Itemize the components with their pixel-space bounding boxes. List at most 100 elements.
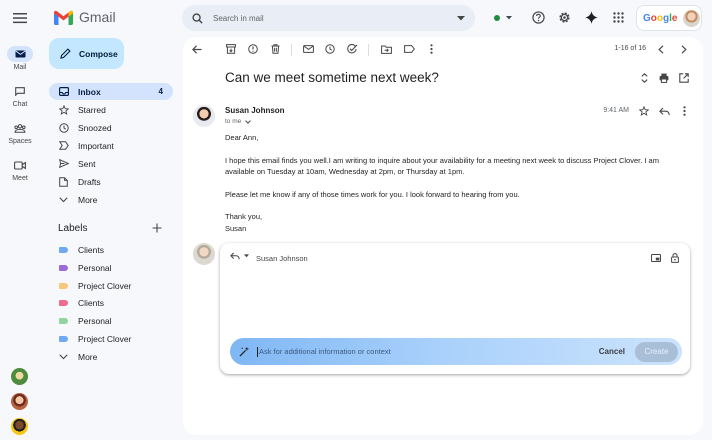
- nav-important[interactable]: Important: [49, 137, 173, 154]
- reply-type-selector[interactable]: [230, 252, 249, 260]
- nav-snoozed-label: Snoozed: [78, 122, 112, 133]
- create-button[interactable]: Create: [635, 341, 678, 362]
- body-paragraph: Please let me know if any of those times…: [225, 189, 520, 199]
- nav-drafts-label: Drafts: [78, 176, 101, 187]
- reply-icon: [230, 252, 240, 260]
- label-item-label: Personal: [78, 262, 112, 273]
- draft-icon: [59, 176, 68, 187]
- status-button[interactable]: [489, 10, 517, 26]
- open-new-window-button[interactable]: [677, 71, 691, 85]
- label-tag-icon: [59, 317, 68, 324]
- move-to-button[interactable]: [379, 42, 393, 56]
- nav-inbox[interactable]: Inbox 4: [49, 83, 173, 100]
- label-item-personal[interactable]: Personal: [49, 312, 173, 329]
- settings-button[interactable]: [556, 9, 572, 25]
- search-input[interactable]: Search in mail: [213, 14, 457, 23]
- apps-button[interactable]: [610, 9, 626, 25]
- account-switcher[interactable]: Google: [636, 5, 702, 31]
- create-label-button[interactable]: [150, 221, 164, 235]
- label-tag-icon: [59, 299, 68, 306]
- gemini-button[interactable]: [583, 9, 599, 25]
- search-icon: [192, 12, 203, 24]
- account-avatar[interactable]: [683, 9, 701, 27]
- send-icon: [58, 159, 69, 168]
- label-item-personal[interactable]: Personal: [49, 259, 173, 276]
- star-icon: [58, 104, 69, 115]
- nav-sent[interactable]: Sent: [49, 155, 173, 172]
- search-options-icon[interactable]: [457, 15, 465, 21]
- folder-move-icon: [380, 45, 392, 54]
- contact-avatar-2[interactable]: [11, 393, 28, 410]
- mark-unread-button[interactable]: [301, 42, 315, 56]
- cancel-button[interactable]: Cancel: [599, 347, 625, 356]
- delete-button[interactable]: [268, 42, 282, 56]
- print-button[interactable]: [657, 71, 671, 85]
- clock-icon: [58, 122, 69, 133]
- nav-snoozed[interactable]: Snoozed: [49, 119, 173, 136]
- important-icon: [58, 141, 69, 150]
- recipient-text: to me: [225, 118, 242, 125]
- label-item-project-clover[interactable]: Project Clover: [49, 330, 173, 347]
- sender-avatar[interactable]: [193, 105, 215, 127]
- older-button[interactable]: [677, 42, 691, 56]
- sender-name[interactable]: Susan Johnson: [225, 106, 285, 115]
- add-to-tasks-button[interactable]: [345, 42, 359, 56]
- gmail-logo[interactable]: Gmail: [54, 9, 116, 25]
- search-bar[interactable]: Search in mail: [182, 5, 475, 31]
- rail-spaces-label: Spaces: [8, 138, 32, 145]
- contact-avatar-3[interactable]: [11, 418, 28, 435]
- chevron-down-icon: [59, 353, 68, 359]
- back-button[interactable]: [190, 42, 204, 56]
- rail-spaces[interactable]: Spaces: [0, 120, 40, 145]
- caret-down-icon: [245, 119, 252, 124]
- report-spam-button[interactable]: [246, 42, 260, 56]
- email-subject: Can we meet sometime next week?: [225, 70, 439, 85]
- pop-out-button[interactable]: [649, 252, 662, 264]
- arrow-left-icon: [192, 44, 202, 54]
- compose-button[interactable]: Compose: [49, 38, 124, 69]
- toolbar-divider: [368, 44, 369, 56]
- help-me-write-bar[interactable]: Ask for additional information or contex…: [230, 338, 682, 365]
- pencil-icon: [60, 48, 71, 59]
- rail-mail[interactable]: Mail: [0, 46, 40, 71]
- reply-button[interactable]: [657, 104, 671, 118]
- snooze-button[interactable]: [323, 42, 337, 56]
- nav-important-label: Important: [78, 140, 114, 151]
- message-more-button[interactable]: [677, 104, 691, 118]
- label-item-label: Clients: [78, 244, 104, 255]
- rail-chat[interactable]: Chat: [0, 83, 40, 108]
- hamburger-icon: [13, 13, 27, 24]
- archive-button[interactable]: [224, 42, 238, 56]
- my-avatar: [193, 243, 215, 265]
- more-actions-button[interactable]: [424, 42, 438, 56]
- newer-button[interactable]: [654, 42, 668, 56]
- reply-recipient[interactable]: Susan Johnson: [256, 254, 308, 263]
- support-button[interactable]: [530, 9, 546, 25]
- report-icon: [248, 44, 258, 54]
- apps-grid-icon: [612, 11, 624, 23]
- body-signature: Susan: [225, 223, 247, 233]
- label-item-clients[interactable]: Clients: [49, 294, 173, 311]
- nav-more[interactable]: More: [49, 191, 173, 208]
- pop-out-icon: [650, 254, 661, 262]
- label-tag-icon: [59, 335, 68, 342]
- rail-meet[interactable]: Meet: [0, 157, 40, 182]
- label-item-project-clover[interactable]: Project Clover: [49, 277, 173, 294]
- label-item-clients[interactable]: Clients: [49, 241, 173, 258]
- prompt-input[interactable]: Ask for additional information or contex…: [259, 347, 599, 356]
- star-button[interactable]: [637, 104, 651, 118]
- label-button[interactable]: [402, 42, 416, 56]
- main-menu-button[interactable]: [10, 8, 30, 28]
- nav-starred-label: Starred: [78, 104, 106, 115]
- nav-drafts[interactable]: Drafts: [49, 173, 173, 190]
- chevron-left-icon: [658, 44, 664, 54]
- labels-more[interactable]: More: [49, 348, 173, 365]
- recipient-details-toggle[interactable]: to me: [225, 118, 252, 125]
- contact-avatar-1[interactable]: [11, 368, 28, 385]
- nav-starred[interactable]: Starred: [49, 101, 173, 118]
- rail-chat-label: Chat: [12, 101, 28, 108]
- expand-all-button[interactable]: [637, 71, 651, 85]
- confidential-mode-button[interactable]: [669, 251, 681, 264]
- open-in-new-icon: [679, 73, 689, 83]
- message-body: Dear Ann, I hope this email finds you we…: [225, 132, 685, 234]
